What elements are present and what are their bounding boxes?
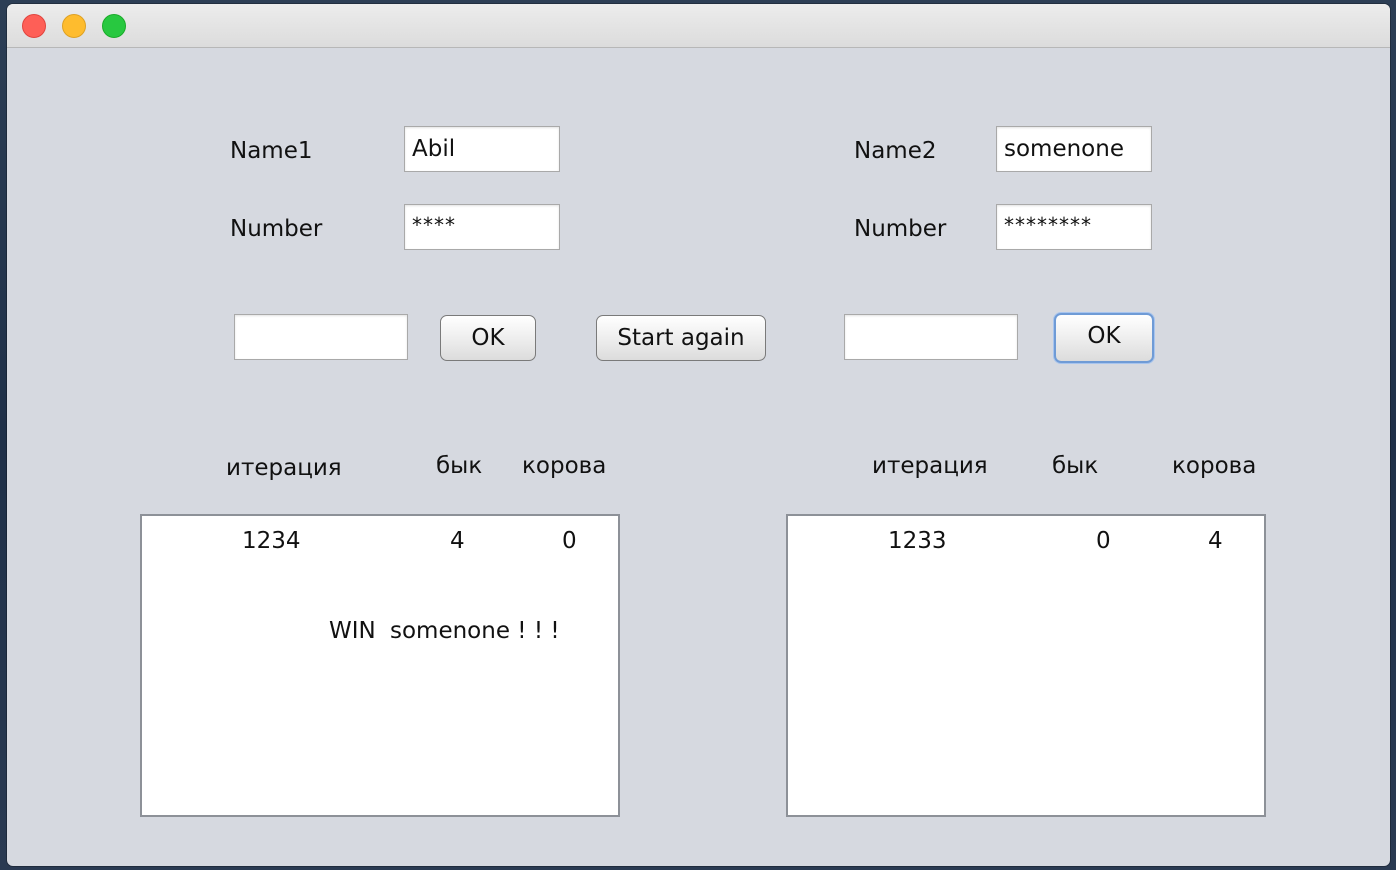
guess1-input[interactable] [234,314,408,360]
title-bar[interactable] [7,4,1390,48]
right-results-area[interactable]: 1233 0 4 [786,514,1266,817]
left-header-iteration: итерация [226,455,342,481]
left-row-iteration: 1234 [242,528,301,554]
right-row-bull: 0 [1096,528,1111,554]
left-header-cow: корова [522,453,607,479]
left-results-area[interactable]: 1234 4 0 WIN somenone ! ! ! [140,514,620,817]
right-row-cow: 4 [1208,528,1223,554]
number1-label: Number [230,216,323,242]
left-row-bull: 4 [450,528,465,554]
name2-field[interactable]: somenone [996,126,1152,172]
win-message: somenone ! ! ! [390,618,560,644]
ok2-button[interactable]: OK [1054,313,1154,363]
right-header-cow: корова [1172,453,1257,479]
number1-password-field[interactable]: **** [404,204,560,250]
right-row-iteration: 1233 [888,528,947,554]
name1-field[interactable]: Abil [404,126,560,172]
close-window-button[interactable] [22,14,46,38]
minimize-window-button[interactable] [62,14,86,38]
ok1-button[interactable]: OK [440,315,536,361]
number2-password-field[interactable]: ******** [996,204,1152,250]
app-window: Name1 Abil Number **** Name2 somenone Nu… [7,4,1390,866]
right-header-bull: бык [1052,453,1099,479]
name2-label: Name2 [854,138,937,164]
right-header-iteration: итерация [872,453,988,479]
zoom-window-button[interactable] [102,14,126,38]
guess2-input[interactable] [844,314,1018,360]
start-again-button[interactable]: Start again [596,315,766,361]
left-header-bull: бык [436,453,483,479]
main-panel: Name1 Abil Number **** Name2 somenone Nu… [7,48,1390,866]
number2-label: Number [854,216,947,242]
left-row-cow: 0 [562,528,577,554]
win-word: WIN [329,618,376,644]
name1-label: Name1 [230,138,313,164]
